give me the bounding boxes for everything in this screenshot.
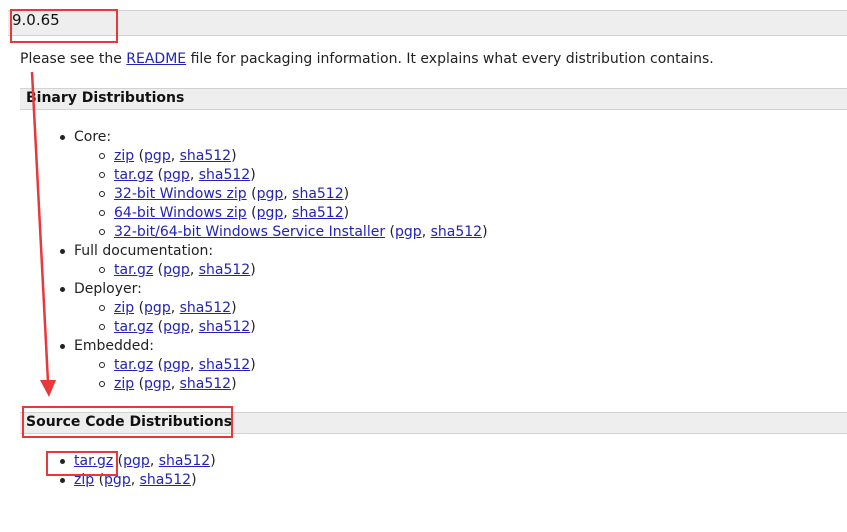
annotation-arrow [30, 71, 56, 397]
